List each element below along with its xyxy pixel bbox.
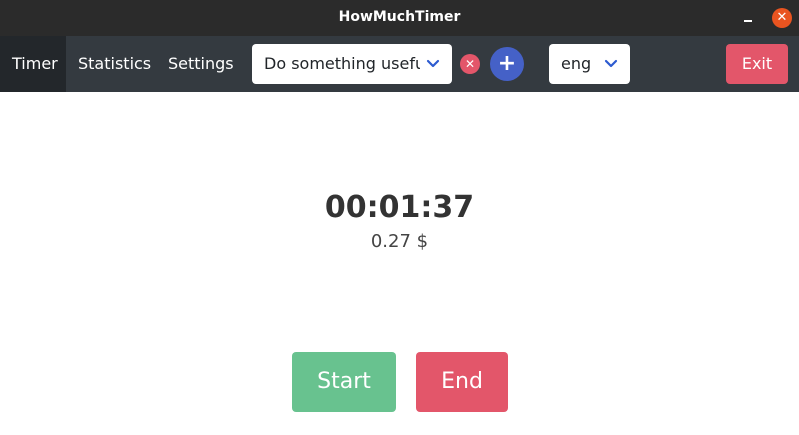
add-task-button[interactable]: + [490,47,524,81]
language-select-value: eng [561,54,592,73]
start-button[interactable]: Start [292,352,396,412]
navbar: Timer Statistics Settings Do something u… [0,36,799,92]
nav-timer[interactable]: Timer [0,36,66,92]
task-select[interactable]: Do something usefu [252,44,452,84]
close-icon[interactable]: ✕ [772,8,792,28]
nav-statistics[interactable]: Statistics [78,36,151,92]
window-title: HowMuchTimer [338,9,461,25]
nav-settings[interactable]: Settings [168,36,234,92]
remove-task-button[interactable]: ✕ [460,54,480,74]
chevron-down-icon [426,59,440,68]
title-bar: HowMuchTimer ✕ [0,0,799,36]
end-button[interactable]: End [416,352,508,412]
minimize-icon[interactable] [742,10,754,24]
language-select[interactable]: eng [549,44,630,84]
task-select-value: Do something usefu [264,54,420,73]
cost-display: 0.27 $ [370,231,429,252]
chevron-down-icon [604,59,618,68]
exit-button[interactable]: Exit [726,44,788,84]
elapsed-time: 00:01:37 [324,190,475,225]
